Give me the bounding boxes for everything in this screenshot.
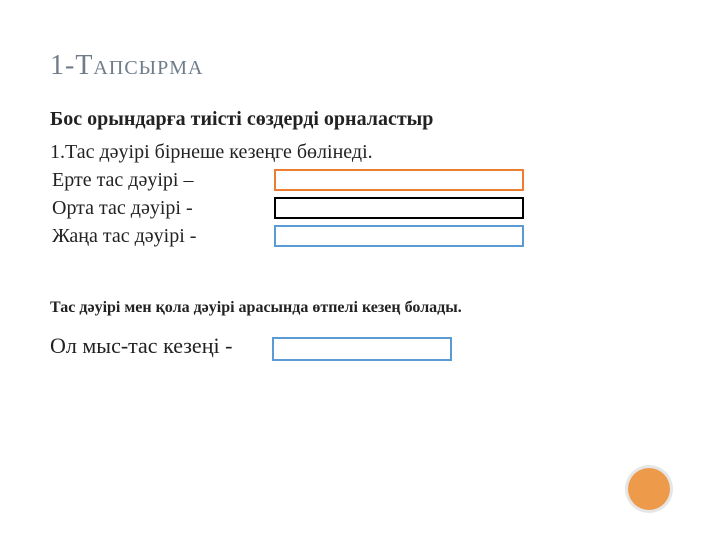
row-label: Ерте тас дәуірі – — [52, 169, 262, 192]
row-label: Орта тас дәуірі - — [52, 197, 262, 220]
copper-label: Ол мыс-тас кезеңі - — [50, 333, 232, 359]
lead-sentence-row: 1.Тас дәуірі бірнеше кезеңге бөлінеді. — [50, 139, 670, 165]
blank-copper-stone[interactable] — [272, 337, 452, 361]
copper-row: Ол мыс-тас кезеңі - — [50, 333, 670, 361]
accent-circle-icon — [628, 468, 670, 510]
blank-new-stone[interactable] — [274, 225, 524, 247]
slide-title: 1-Тапсырма — [50, 50, 670, 82]
fill-row-early: Ерте тас дәуірі – — [50, 167, 670, 193]
fill-row-new: Жаңа тас дәуірі - — [50, 223, 670, 249]
fill-row-middle: Орта тас дәуірі - — [50, 195, 670, 221]
blank-middle-stone[interactable] — [274, 197, 524, 219]
instruction-text: Бос орындарға тиісті сөздерді орналастыр — [50, 108, 670, 131]
row-label: Жаңа тас дәуірі - — [52, 225, 262, 248]
lead-sentence: 1.Тас дәуірі бірнеше кезеңге бөлінеді. — [50, 141, 373, 164]
slide: 1-Тапсырма Бос орындарға тиісті сөздерді… — [0, 0, 720, 540]
blank-early-stone[interactable] — [274, 169, 524, 191]
transition-note: Тас дәуірі мен қола дәуірі арасында өтпе… — [50, 299, 610, 317]
